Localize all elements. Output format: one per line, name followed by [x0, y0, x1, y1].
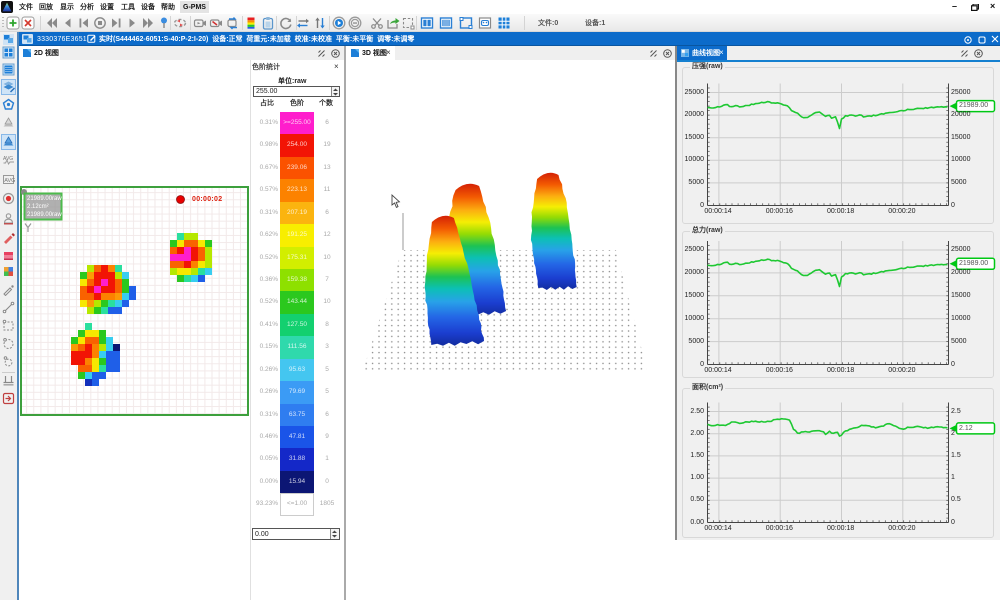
- svg-text:AVG: AVG: [4, 178, 15, 184]
- svg-text:AVG: AVG: [3, 156, 13, 162]
